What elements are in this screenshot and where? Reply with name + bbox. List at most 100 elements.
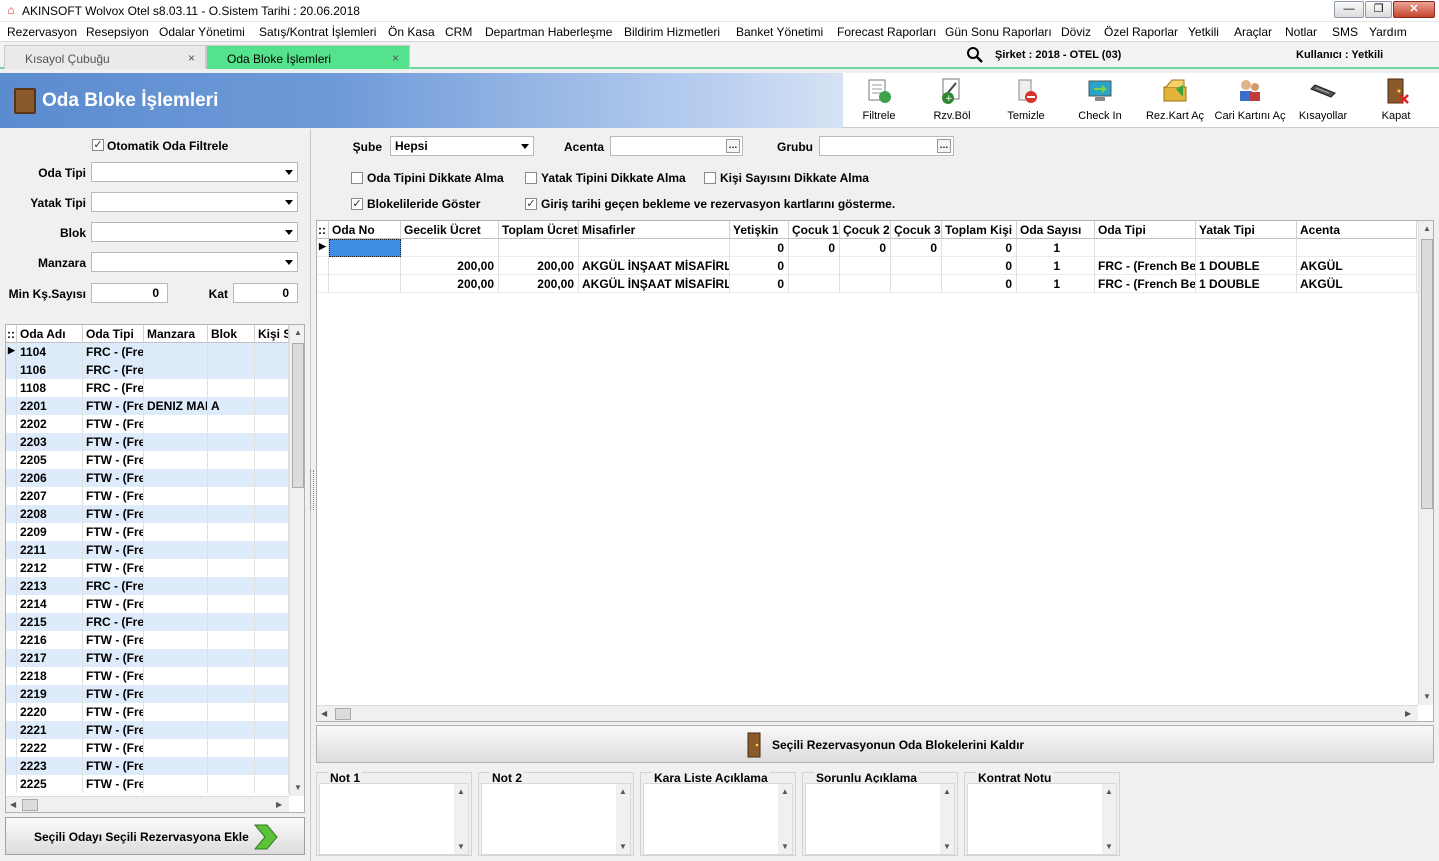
reservation-vscrollbar[interactable]: ▲ ▼ [1418,221,1433,705]
table-cell[interactable] [891,275,942,293]
table-row[interactable]: 2212FTW - (French [6,559,289,577]
table-cell[interactable]: 0 [942,275,1017,293]
note-scrollbar[interactable]: ▲ ▼ [1102,784,1116,854]
scroll-up-icon[interactable]: ▲ [1423,224,1431,233]
menu-yetkili[interactable]: Yetkili [1188,25,1219,39]
table-cell[interactable]: 0 [789,239,840,257]
hide-past-checkin-checkbox[interactable]: ✓ [525,198,537,210]
table-row[interactable]: 200,00200,00AKGÜL İNŞAAT MİSAFİRLERİ001F… [317,257,1418,275]
reservation-hscrollbar[interactable]: ◀ ▶ [317,705,1418,721]
table-cell[interactable]: 200,00 [499,257,579,275]
table-row[interactable]: 2213FRC - (French [6,577,289,595]
table-cell[interactable]: AKGÜL [1297,275,1417,293]
menu-on-kasa[interactable]: Ön Kasa [388,25,435,39]
table-row[interactable]: 2208FTW - (French [6,505,289,523]
show-blocked-checkbox[interactable]: ✓ [351,198,363,210]
scroll-up-icon[interactable]: ▲ [294,328,302,337]
table-row[interactable]: 2220FTW - (French [6,703,289,721]
auto-filter-checkbox[interactable]: ✓ [92,139,104,151]
column-header-toplam-ucret[interactable]: Toplam Ücret [499,221,579,239]
menu-araclar[interactable]: Araçlar [1234,25,1272,39]
shortcuts-button[interactable]: Kısayollar [1287,73,1359,128]
table-cell[interactable] [1095,239,1196,257]
menu-notlar[interactable]: Notlar [1285,25,1317,39]
maximize-button[interactable]: ❐ [1365,1,1392,18]
table-row[interactable]: 2206FTW - (French [6,469,289,487]
group-input[interactable]: … [819,136,954,156]
table-cell[interactable]: 1 DOUBLE [1196,257,1297,275]
table-cell[interactable] [789,257,840,275]
panel-splitter[interactable] [310,470,314,510]
table-cell[interactable]: 0 [730,239,789,257]
column-header-oda-no[interactable]: Oda No [329,221,401,239]
room-list-vscrollbar[interactable]: ▲ ▼ [289,325,304,796]
note-scrollbar[interactable]: ▲ ▼ [454,784,468,854]
column-header-oda-tipi[interactable]: Oda Tipi [1095,221,1196,239]
table-cell[interactable]: 1 DOUBLE [1196,275,1297,293]
room-type-select[interactable] [91,162,298,182]
table-cell[interactable]: 200,00 [401,275,499,293]
table-cell[interactable] [579,239,730,257]
table-row[interactable]: 2216FTW - (French [6,631,289,649]
table-cell[interactable] [1297,239,1417,257]
scroll-thumb[interactable] [335,708,351,720]
reservation-card-button[interactable]: Rez.Kart Aç [1137,73,1213,128]
account-card-button[interactable]: Cari Kartını Aç [1213,73,1287,128]
table-cell[interactable] [840,257,891,275]
note-scrollbar[interactable]: ▲ ▼ [616,784,630,854]
table-cell[interactable]: FRC - (French Bed) [1095,275,1196,293]
table-cell[interactable]: AKGÜL [1297,257,1417,275]
ignore-person-count-checkbox[interactable] [704,172,716,184]
table-row[interactable]: 2217FTW - (French [6,649,289,667]
table-row[interactable]: 2223FTW - (French [6,757,289,775]
minimize-button[interactable]: — [1334,1,1364,18]
table-cell[interactable]: 200,00 [401,257,499,275]
menu-odalar-yonetimi[interactable]: Odalar Yönetimi [159,25,245,39]
table-row[interactable]: 2209FTW - (French [6,523,289,541]
table-cell[interactable] [789,275,840,293]
column-header-yatak-tipi[interactable]: Yatak Tipi [1196,221,1297,239]
menu-sms[interactable]: SMS [1332,25,1358,39]
table-cell[interactable]: 1 [1017,257,1095,275]
ignore-room-type-checkbox[interactable] [351,172,363,184]
table-cell[interactable] [499,239,579,257]
scroll-down-icon[interactable]: ▼ [294,783,302,792]
add-room-to-reservation-button[interactable]: Seçili Odayı Seçili Rezervasyona Ekle [5,817,305,855]
table-cell[interactable] [329,257,401,275]
table-cell[interactable]: 0 [942,239,1017,257]
clear-button[interactable]: Temizle [989,73,1063,128]
note-scrollbar[interactable]: ▲ ▼ [778,784,792,854]
min-persons-input[interactable]: 0 [91,283,168,303]
scroll-left-icon[interactable]: ◀ [10,800,16,809]
column-header-cocuk-2[interactable]: Çocuk 2 [840,221,891,239]
table-cell[interactable]: 1 [1017,275,1095,293]
scroll-down-icon[interactable]: ▼ [1423,692,1431,701]
column-header-cocuk-1[interactable]: Çocuk 1 [789,221,840,239]
branch-select[interactable]: Hepsi [390,136,534,156]
menu-forecast-raporlari[interactable]: Forecast Raporları [837,25,936,39]
scroll-thumb[interactable] [292,343,304,488]
check-in-button[interactable]: Check In [1063,73,1137,128]
column-header-yetiskin[interactable]: Yetişkin [730,221,789,239]
table-row[interactable]: 2203FTW - (French [6,433,289,451]
table-cell[interactable] [840,275,891,293]
menu-satis-kontrat[interactable]: Satış/Kontrat İşlemleri [259,25,376,39]
table-row[interactable]: 2202FTW - (French [6,415,289,433]
table-cell[interactable] [891,257,942,275]
column-header-blok[interactable]: Blok [208,325,255,343]
column-header-misafirler[interactable]: Misafirler [579,221,730,239]
table-row[interactable]: 200,00200,00AKGÜL İNŞAAT MİSAFİRLERİ001F… [317,275,1418,293]
search-icon[interactable] [966,46,984,64]
agency-input[interactable]: … [610,136,743,156]
table-row[interactable]: ▶1104FRC - (French [6,343,289,361]
ignore-bed-type-checkbox[interactable] [525,172,537,184]
table-row[interactable]: 2222FTW - (French [6,739,289,757]
view-select[interactable] [91,252,298,272]
tab-close-icon[interactable]: × [188,51,195,65]
remove-room-blocks-button[interactable]: Seçili Rezervasyonun Oda Blokelerini Kal… [316,725,1434,763]
floor-input[interactable]: 0 [233,283,298,303]
menu-banket-yonetimi[interactable]: Banket Yönetimi [736,25,823,39]
table-row[interactable]: 2207FTW - (French [6,487,289,505]
close-page-button[interactable]: Kapat [1359,73,1433,128]
menu-doviz[interactable]: Döviz [1061,25,1091,39]
